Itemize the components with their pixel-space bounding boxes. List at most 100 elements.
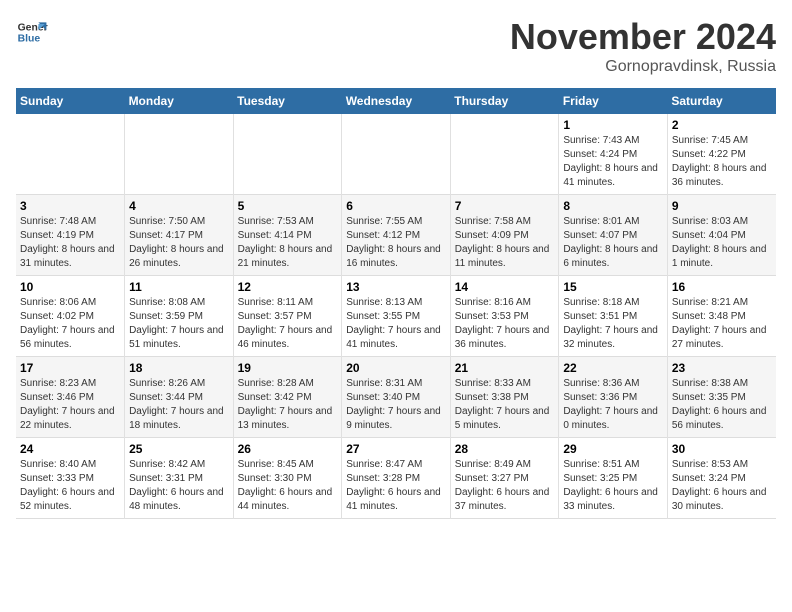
col-saturday: Saturday (667, 88, 776, 114)
calendar-week-2: 3 Sunrise: 7:48 AMSunset: 4:19 PMDaylight… (16, 195, 776, 276)
calendar-cell: 23 Sunrise: 8:38 AMSunset: 3:35 PMDayligh… (667, 357, 776, 438)
day-number: 6 (346, 199, 446, 213)
col-thursday: Thursday (450, 88, 559, 114)
calendar-cell (233, 114, 342, 195)
day-number: 16 (672, 280, 772, 294)
calendar-cell: 5 Sunrise: 7:53 AMSunset: 4:14 PMDaylight… (233, 195, 342, 276)
calendar-cell: 8 Sunrise: 8:01 AMSunset: 4:07 PMDaylight… (559, 195, 668, 276)
day-number: 1 (563, 118, 663, 132)
calendar-cell: 28 Sunrise: 8:49 AMSunset: 3:27 PMDayligh… (450, 438, 559, 519)
calendar-cell (16, 114, 125, 195)
calendar-header-row: Sunday Monday Tuesday Wednesday Thursday… (16, 88, 776, 114)
day-number: 23 (672, 361, 772, 375)
day-info: Sunrise: 8:18 AMSunset: 3:51 PMDaylight:… (563, 296, 663, 352)
calendar-week-3: 10 Sunrise: 8:06 AMSunset: 4:02 PMDayligh… (16, 276, 776, 357)
calendar-cell: 11 Sunrise: 8:08 AMSunset: 3:59 PMDayligh… (125, 276, 234, 357)
day-info: Sunrise: 8:45 AMSunset: 3:30 PMDaylight:… (238, 458, 338, 514)
calendar-cell: 22 Sunrise: 8:36 AMSunset: 3:36 PMDayligh… (559, 357, 668, 438)
day-number: 29 (563, 442, 663, 456)
calendar-cell: 29 Sunrise: 8:51 AMSunset: 3:25 PMDayligh… (559, 438, 668, 519)
day-info: Sunrise: 8:03 AMSunset: 4:04 PMDaylight:… (672, 215, 772, 271)
day-info: Sunrise: 8:53 AMSunset: 3:24 PMDaylight:… (672, 458, 772, 514)
day-info: Sunrise: 8:28 AMSunset: 3:42 PMDaylight:… (238, 377, 338, 433)
day-info: Sunrise: 8:42 AMSunset: 3:31 PMDaylight:… (129, 458, 229, 514)
day-number: 7 (455, 199, 555, 213)
day-info: Sunrise: 8:08 AMSunset: 3:59 PMDaylight:… (129, 296, 229, 352)
day-number: 22 (563, 361, 663, 375)
day-number: 24 (20, 442, 120, 456)
day-info: Sunrise: 7:45 AMSunset: 4:22 PMDaylight:… (672, 134, 772, 190)
day-info: Sunrise: 8:16 AMSunset: 3:53 PMDaylight:… (455, 296, 555, 352)
logo: General Blue (16, 16, 48, 48)
day-info: Sunrise: 8:40 AMSunset: 3:33 PMDaylight:… (20, 458, 120, 514)
calendar-cell: 14 Sunrise: 8:16 AMSunset: 3:53 PMDayligh… (450, 276, 559, 357)
day-info: Sunrise: 8:36 AMSunset: 3:36 PMDaylight:… (563, 377, 663, 433)
day-number: 10 (20, 280, 120, 294)
calendar-cell (342, 114, 451, 195)
month-title: November 2024 (510, 16, 776, 58)
day-info: Sunrise: 8:49 AMSunset: 3:27 PMDaylight:… (455, 458, 555, 514)
page-header: General Blue November 2024 Gornopravdins… (16, 16, 776, 76)
day-number: 13 (346, 280, 446, 294)
day-info: Sunrise: 8:33 AMSunset: 3:38 PMDaylight:… (455, 377, 555, 433)
svg-text:Blue: Blue (18, 34, 41, 45)
calendar-cell: 18 Sunrise: 8:26 AMSunset: 3:44 PMDayligh… (125, 357, 234, 438)
col-monday: Monday (125, 88, 234, 114)
day-number: 9 (672, 199, 772, 213)
calendar-cell: 6 Sunrise: 7:55 AMSunset: 4:12 PMDaylight… (342, 195, 451, 276)
day-info: Sunrise: 7:50 AMSunset: 4:17 PMDaylight:… (129, 215, 229, 271)
day-number: 30 (672, 442, 772, 456)
day-number: 3 (20, 199, 120, 213)
calendar-week-1: 1 Sunrise: 7:43 AMSunset: 4:24 PMDaylight… (16, 114, 776, 195)
day-info: Sunrise: 8:01 AMSunset: 4:07 PMDaylight:… (563, 215, 663, 271)
calendar-cell: 1 Sunrise: 7:43 AMSunset: 4:24 PMDaylight… (559, 114, 668, 195)
day-number: 14 (455, 280, 555, 294)
calendar-cell (450, 114, 559, 195)
day-info: Sunrise: 7:53 AMSunset: 4:14 PMDaylight:… (238, 215, 338, 271)
calendar-cell: 21 Sunrise: 8:33 AMSunset: 3:38 PMDayligh… (450, 357, 559, 438)
day-number: 17 (20, 361, 120, 375)
day-info: Sunrise: 7:43 AMSunset: 4:24 PMDaylight:… (563, 134, 663, 190)
calendar-cell (125, 114, 234, 195)
day-number: 5 (238, 199, 338, 213)
calendar-cell: 13 Sunrise: 8:13 AMSunset: 3:55 PMDayligh… (342, 276, 451, 357)
day-info: Sunrise: 7:48 AMSunset: 4:19 PMDaylight:… (20, 215, 120, 271)
day-number: 27 (346, 442, 446, 456)
location-title: Gornopravdinsk, Russia (510, 58, 776, 76)
calendar-cell: 15Sunrise: 8:18 AMSunset: 3:51 PMDayligh… (559, 276, 668, 357)
calendar-cell: 25 Sunrise: 8:42 AMSunset: 3:31 PMDayligh… (125, 438, 234, 519)
calendar-table: Sunday Monday Tuesday Wednesday Thursday… (16, 88, 776, 519)
day-info: Sunrise: 8:47 AMSunset: 3:28 PMDaylight:… (346, 458, 446, 514)
day-info: Sunrise: 8:26 AMSunset: 3:44 PMDaylight:… (129, 377, 229, 433)
day-info: Sunrise: 8:21 AMSunset: 3:48 PMDaylight:… (672, 296, 772, 352)
calendar-cell: 24 Sunrise: 8:40 AMSunset: 3:33 PMDayligh… (16, 438, 125, 519)
calendar-cell: 4Sunrise: 7:50 AMSunset: 4:17 PMDaylight… (125, 195, 234, 276)
calendar-cell: 12 Sunrise: 8:11 AMSunset: 3:57 PMDayligh… (233, 276, 342, 357)
day-info: Sunrise: 8:23 AMSunset: 3:46 PMDaylight:… (20, 377, 120, 433)
day-number: 8 (563, 199, 663, 213)
day-number: 28 (455, 442, 555, 456)
col-sunday: Sunday (16, 88, 125, 114)
day-number: 26 (238, 442, 338, 456)
day-info: Sunrise: 8:13 AMSunset: 3:55 PMDaylight:… (346, 296, 446, 352)
day-number: 19 (238, 361, 338, 375)
day-info: Sunrise: 8:11 AMSunset: 3:57 PMDaylight:… (238, 296, 338, 352)
day-info: Sunrise: 7:55 AMSunset: 4:12 PMDaylight:… (346, 215, 446, 271)
col-tuesday: Tuesday (233, 88, 342, 114)
day-number: 11 (129, 280, 229, 294)
calendar-cell: 10 Sunrise: 8:06 AMSunset: 4:02 PMDayligh… (16, 276, 125, 357)
day-info: Sunrise: 8:51 AMSunset: 3:25 PMDaylight:… (563, 458, 663, 514)
calendar-cell: 20 Sunrise: 8:31 AMSunset: 3:40 PMDayligh… (342, 357, 451, 438)
day-number: 21 (455, 361, 555, 375)
day-number: 18 (129, 361, 229, 375)
day-info: Sunrise: 8:31 AMSunset: 3:40 PMDaylight:… (346, 377, 446, 433)
calendar-week-5: 24 Sunrise: 8:40 AMSunset: 3:33 PMDayligh… (16, 438, 776, 519)
calendar-cell: 19 Sunrise: 8:28 AMSunset: 3:42 PMDayligh… (233, 357, 342, 438)
day-info: Sunrise: 8:38 AMSunset: 3:35 PMDaylight:… (672, 377, 772, 433)
calendar-cell: 30 Sunrise: 8:53 AMSunset: 3:24 PMDayligh… (667, 438, 776, 519)
day-number: 12 (238, 280, 338, 294)
calendar-cell: 26 Sunrise: 8:45 AMSunset: 3:30 PMDayligh… (233, 438, 342, 519)
day-info: Sunrise: 8:06 AMSunset: 4:02 PMDaylight:… (20, 296, 120, 352)
day-number: 20 (346, 361, 446, 375)
day-number: 25 (129, 442, 229, 456)
